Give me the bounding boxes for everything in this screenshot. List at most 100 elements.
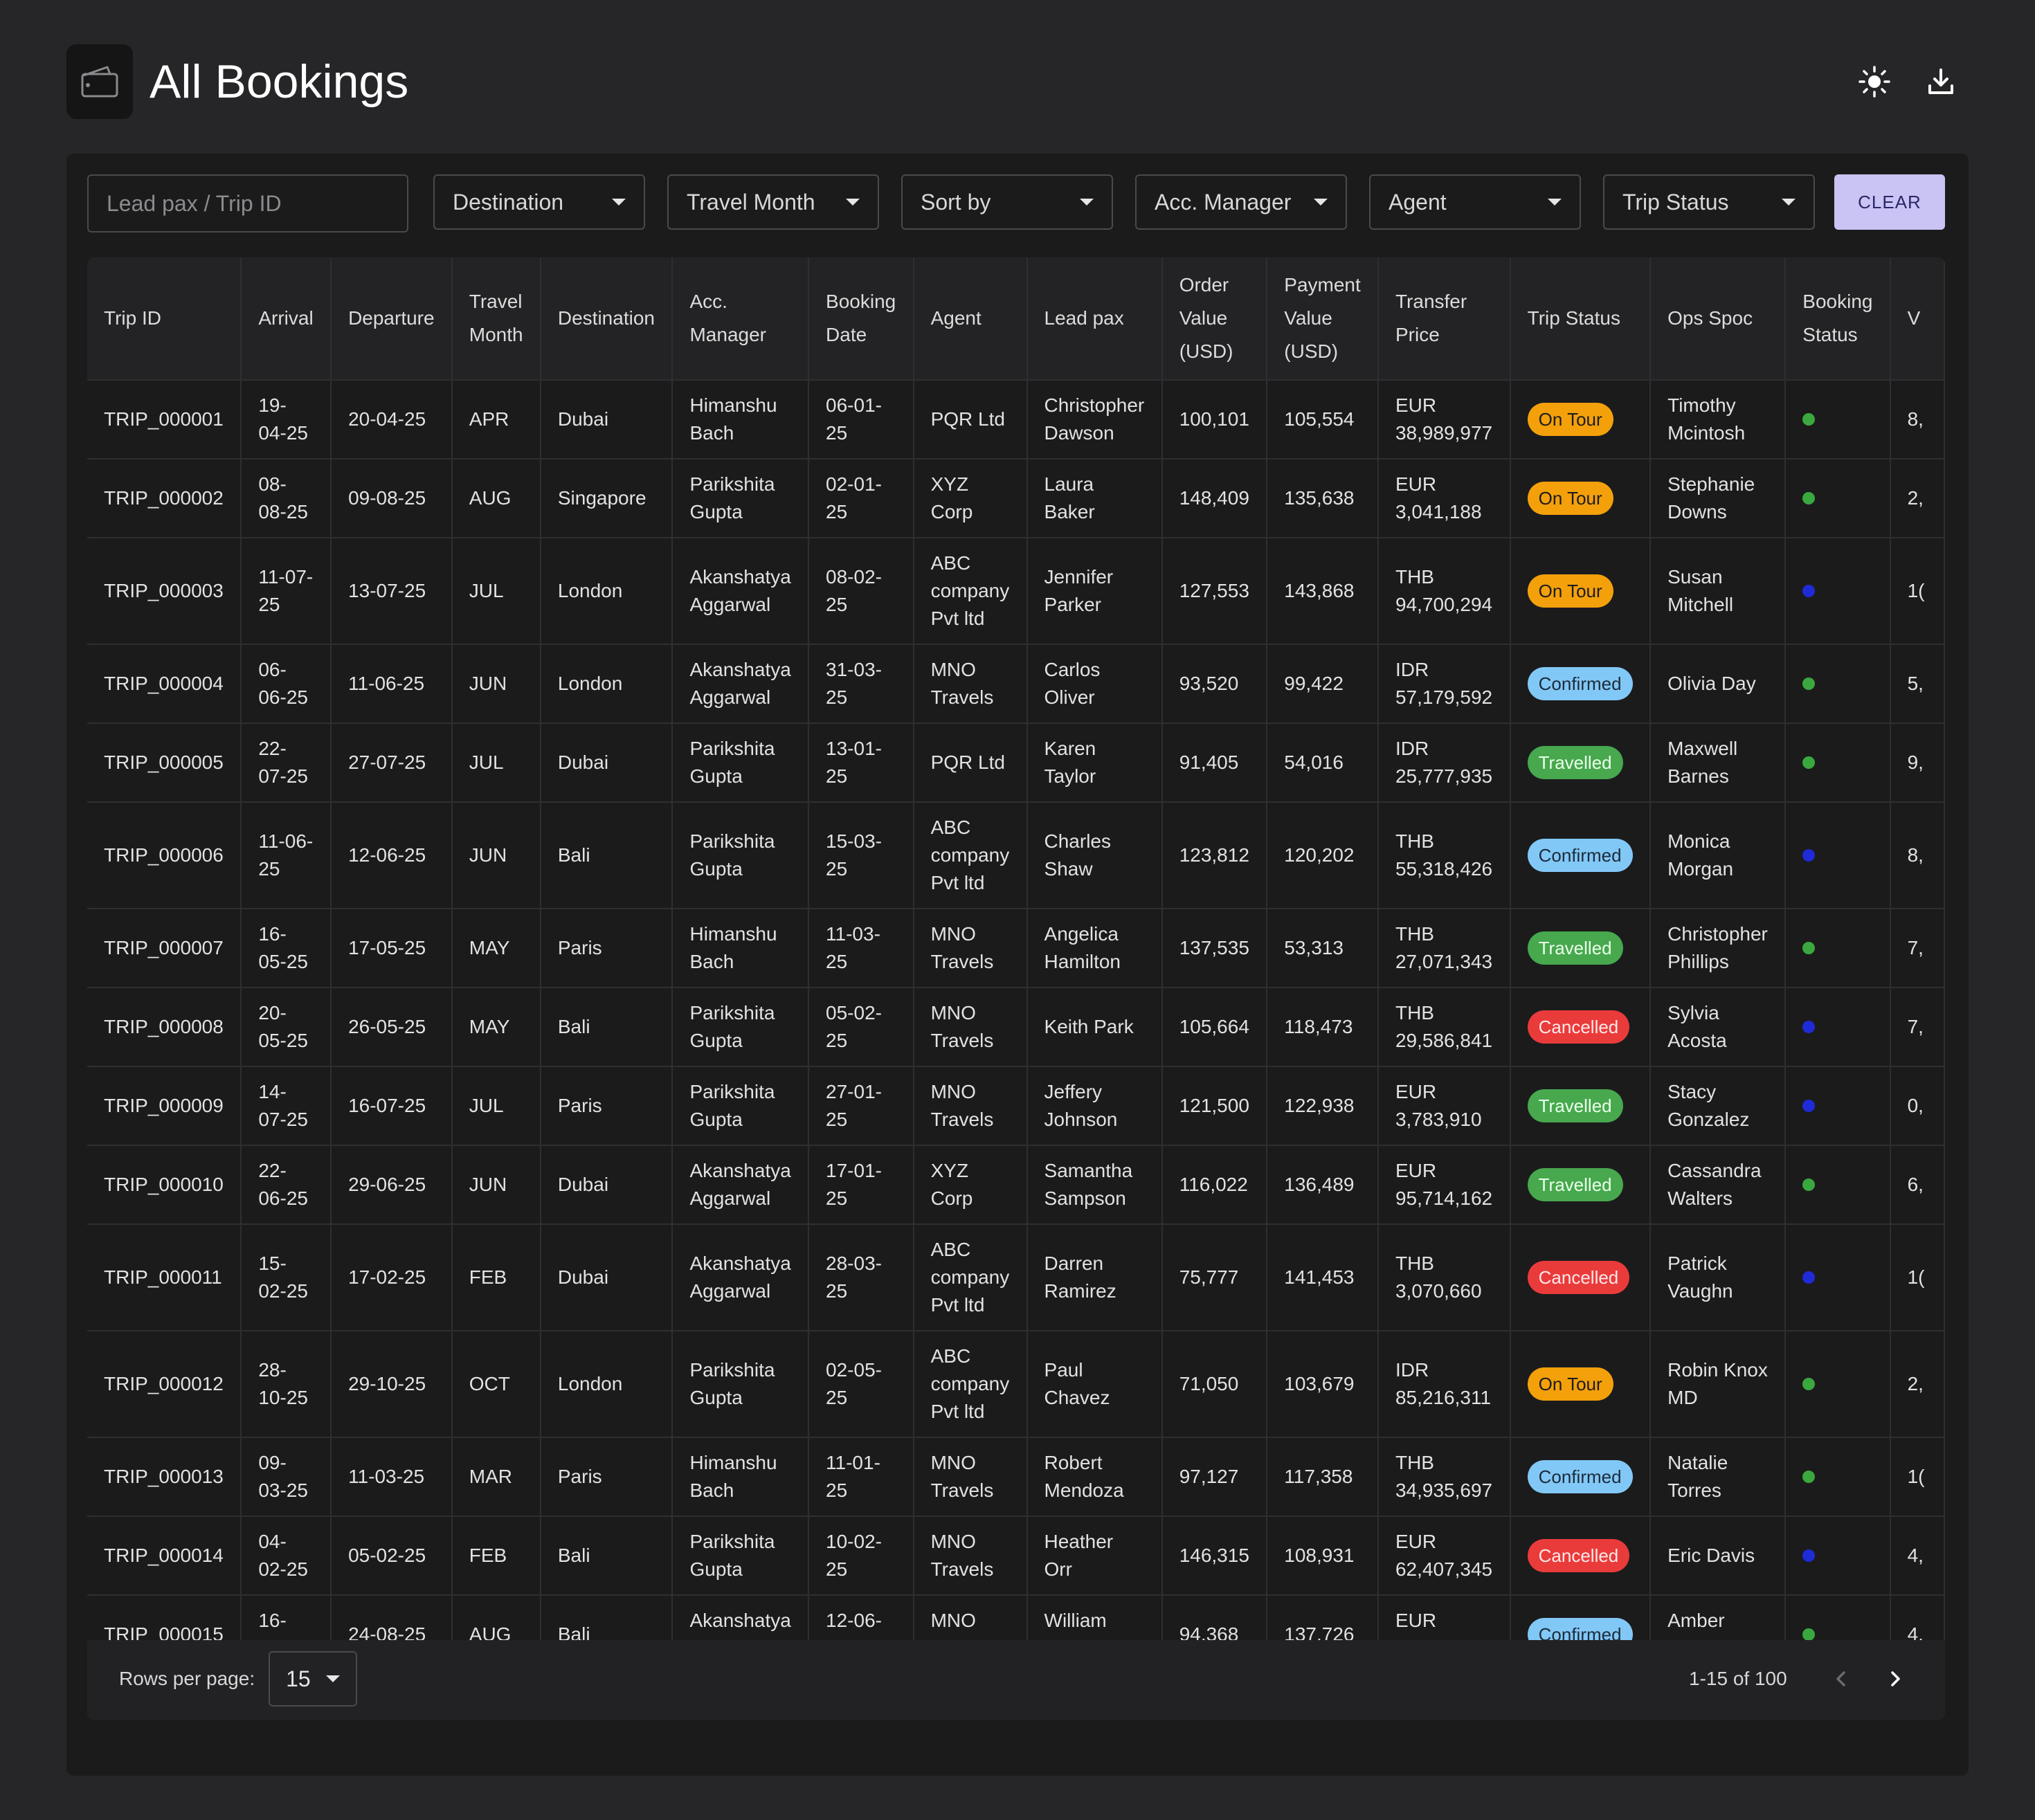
table-row[interactable]: TRIP_000008 20-05-25 26-05-25 MAY Bali Pariks… bbox=[87, 988, 1945, 1067]
col-header-v[interactable]: V bbox=[1890, 257, 1945, 381]
cell-booking-date: 28-03-25 bbox=[808, 1224, 914, 1331]
col-header-trip-id[interactable]: Trip ID bbox=[87, 257, 242, 381]
clear-button[interactable]: CLEAR bbox=[1834, 174, 1945, 230]
cell-agent: XYZ Corp bbox=[913, 1145, 1028, 1225]
booking-status-dot-icon bbox=[1802, 1471, 1816, 1483]
cell-arrival: 06-06-25 bbox=[241, 644, 332, 724]
cell-v: 8, bbox=[1890, 802, 1945, 909]
col-header-payment-value[interactable]: Payment Value (USD) bbox=[1267, 257, 1379, 381]
table-row[interactable]: TRIP_000011 15-02-25 17-02-25 FEB Dubai Akans… bbox=[87, 1224, 1945, 1331]
table-row[interactable]: TRIP_000014 04-02-25 05-02-25 FEB Bali Pariks… bbox=[87, 1516, 1945, 1596]
col-header-booking-date[interactable]: Booking Date bbox=[808, 257, 914, 381]
col-header-trip-status[interactable]: Trip Status bbox=[1510, 257, 1652, 381]
download-button[interactable] bbox=[1919, 60, 1963, 104]
cell-transfer-price: EUR 3,783,910 bbox=[1377, 1066, 1511, 1146]
cell-destination: Singapore bbox=[540, 459, 673, 538]
cell-trip-status: Confirmed bbox=[1510, 1437, 1652, 1517]
cell-travel-month: MAY bbox=[451, 909, 541, 988]
table-row[interactable]: TRIP_000001 19-04-25 20-04-25 APR Dubai Himan… bbox=[87, 380, 1945, 459]
cell-order-value: 116,022 bbox=[1161, 1145, 1268, 1225]
table-row[interactable]: TRIP_000004 06-06-25 11-06-25 JUN London Akan… bbox=[87, 644, 1945, 724]
cell-booking-status bbox=[1785, 1437, 1891, 1517]
col-header-transfer-price[interactable]: Transfer Price bbox=[1377, 257, 1511, 381]
agent-select[interactable]: Agent bbox=[1369, 174, 1581, 230]
booking-status-dot-icon bbox=[1802, 1628, 1816, 1640]
acc-manager-select-label: Acc. Manager bbox=[1155, 189, 1292, 215]
cell-payment-value: 117,358 bbox=[1267, 1437, 1379, 1517]
acc-manager-select[interactable]: Acc. Manager bbox=[1135, 174, 1347, 230]
destination-select[interactable]: Destination bbox=[433, 174, 645, 230]
col-header-order-value[interactable]: Order Value (USD) bbox=[1161, 257, 1268, 381]
col-header-departure[interactable]: Departure bbox=[331, 257, 453, 381]
col-header-ops-spoc[interactable]: Ops Spoc bbox=[1650, 257, 1787, 381]
caret-down-icon bbox=[1314, 199, 1328, 206]
table-row[interactable]: TRIP_000013 09-03-25 11-03-25 MAR Paris Himan… bbox=[87, 1437, 1945, 1517]
cell-v: 7, bbox=[1890, 909, 1945, 988]
table-row[interactable]: TRIP_000002 08-08-25 09-08-25 AUG Singapore P… bbox=[87, 459, 1945, 538]
cell-acc-manager: Akanshatya Aggarwal bbox=[672, 1145, 810, 1225]
table-row[interactable]: TRIP_000007 16-05-25 17-05-25 MAY Paris Himan… bbox=[87, 909, 1945, 988]
col-header-agent[interactable]: Agent bbox=[913, 257, 1028, 381]
cell-trip-status: Cancelled bbox=[1510, 1516, 1652, 1596]
cell-payment-value: 143,868 bbox=[1267, 538, 1379, 645]
bookings-table-container[interactable]: Trip ID Arrival Departure Travel Month D… bbox=[87, 257, 1945, 1640]
cell-booking-status bbox=[1785, 723, 1891, 803]
cell-v: 8, bbox=[1890, 380, 1945, 459]
cell-lead-pax: Robert Mendoza bbox=[1026, 1437, 1163, 1517]
cell-arrival: 19-04-25 bbox=[241, 380, 332, 459]
cell-agent: MNO Travels bbox=[913, 988, 1028, 1067]
cell-payment-value: 53,313 bbox=[1267, 909, 1379, 988]
cell-ops-spoc: Amber Ortiz bbox=[1650, 1595, 1787, 1640]
next-page-button[interactable] bbox=[1874, 1658, 1916, 1700]
col-header-destination[interactable]: Destination bbox=[540, 257, 673, 381]
table-row[interactable]: TRIP_000012 28-10-25 29-10-25 OCT London Pari… bbox=[87, 1331, 1945, 1438]
cell-booking-status bbox=[1785, 1516, 1891, 1596]
cell-trip-status: On Tour bbox=[1510, 1331, 1652, 1438]
cell-destination: Bali bbox=[540, 1595, 673, 1640]
cell-booking-date: 08-02-25 bbox=[808, 538, 914, 645]
agent-select-label: Agent bbox=[1389, 189, 1447, 215]
cell-transfer-price: EUR 62,407,345 bbox=[1377, 1516, 1511, 1596]
trip-status-select[interactable]: Trip Status bbox=[1603, 174, 1815, 230]
cell-travel-month: JUL bbox=[451, 538, 541, 645]
col-header-arrival[interactable]: Arrival bbox=[241, 257, 332, 381]
page-title: All Bookings bbox=[150, 55, 409, 108]
col-header-acc-manager[interactable]: Acc. Manager bbox=[672, 257, 810, 381]
cell-transfer-price: THB 27,071,343 bbox=[1377, 909, 1511, 988]
cell-arrival: 11-06-25 bbox=[241, 802, 332, 909]
table-row[interactable]: TRIP_000005 22-07-25 27-07-25 JUL Dubai Parik… bbox=[87, 723, 1945, 803]
cell-arrival: 15-02-25 bbox=[241, 1224, 332, 1331]
search-input[interactable]: Lead pax / Trip ID bbox=[87, 174, 408, 233]
table-row[interactable]: TRIP_000006 11-06-25 12-06-25 JUN Bali Pariks… bbox=[87, 802, 1945, 909]
sort-by-select[interactable]: Sort by bbox=[901, 174, 1113, 230]
col-header-booking-status[interactable]: Booking Status bbox=[1785, 257, 1891, 381]
cell-v: 2, bbox=[1890, 1331, 1945, 1438]
wallet-icon bbox=[66, 44, 133, 119]
travel-month-select-label: Travel Month bbox=[687, 189, 815, 215]
table-row[interactable]: TRIP_000003 11-07-25 13-07-25 JUL London Akan… bbox=[87, 538, 1945, 645]
col-header-lead-pax[interactable]: Lead pax bbox=[1026, 257, 1163, 381]
cell-ops-spoc: Monica Morgan bbox=[1650, 802, 1787, 909]
cell-departure: 27-07-25 bbox=[331, 723, 453, 803]
table-row[interactable]: TRIP_00001516-08-2524-08-25AUGBaliAkansh… bbox=[87, 1595, 1945, 1640]
table-row[interactable]: TRIP_000010 22-06-25 29-06-25 JUN Dubai Akans… bbox=[87, 1145, 1945, 1225]
cell-booking-date: 11-01-25 bbox=[808, 1437, 914, 1517]
prev-page-button[interactable] bbox=[1820, 1658, 1862, 1700]
travel-month-select[interactable]: Travel Month bbox=[667, 174, 879, 230]
theme-toggle-button[interactable] bbox=[1852, 60, 1897, 104]
col-header-travel-month[interactable]: Travel Month bbox=[451, 257, 541, 381]
cell-payment-value: 105,554 bbox=[1267, 380, 1379, 459]
trip-status-badge: Confirmed bbox=[1527, 667, 1633, 700]
cell-v: 4, bbox=[1890, 1595, 1945, 1640]
caret-down-icon bbox=[1548, 199, 1562, 206]
cell-trip-id: TRIP_000002 bbox=[87, 459, 242, 538]
cell-arrival: 16-08-25 bbox=[241, 1595, 332, 1640]
cell-departure: 12-06-25 bbox=[331, 802, 453, 909]
rows-per-page-select[interactable]: 15 bbox=[269, 1651, 357, 1707]
cell-trip-id: TRIP_000003 bbox=[87, 538, 242, 645]
booking-status-dot-icon bbox=[1802, 849, 1816, 862]
sun-icon bbox=[1858, 66, 1890, 98]
cell-agent: XYZ Corp bbox=[913, 459, 1028, 538]
cell-travel-month: AUG bbox=[451, 1595, 541, 1640]
table-row[interactable]: TRIP_000009 14-07-25 16-07-25 JUL Paris Parik… bbox=[87, 1066, 1945, 1146]
